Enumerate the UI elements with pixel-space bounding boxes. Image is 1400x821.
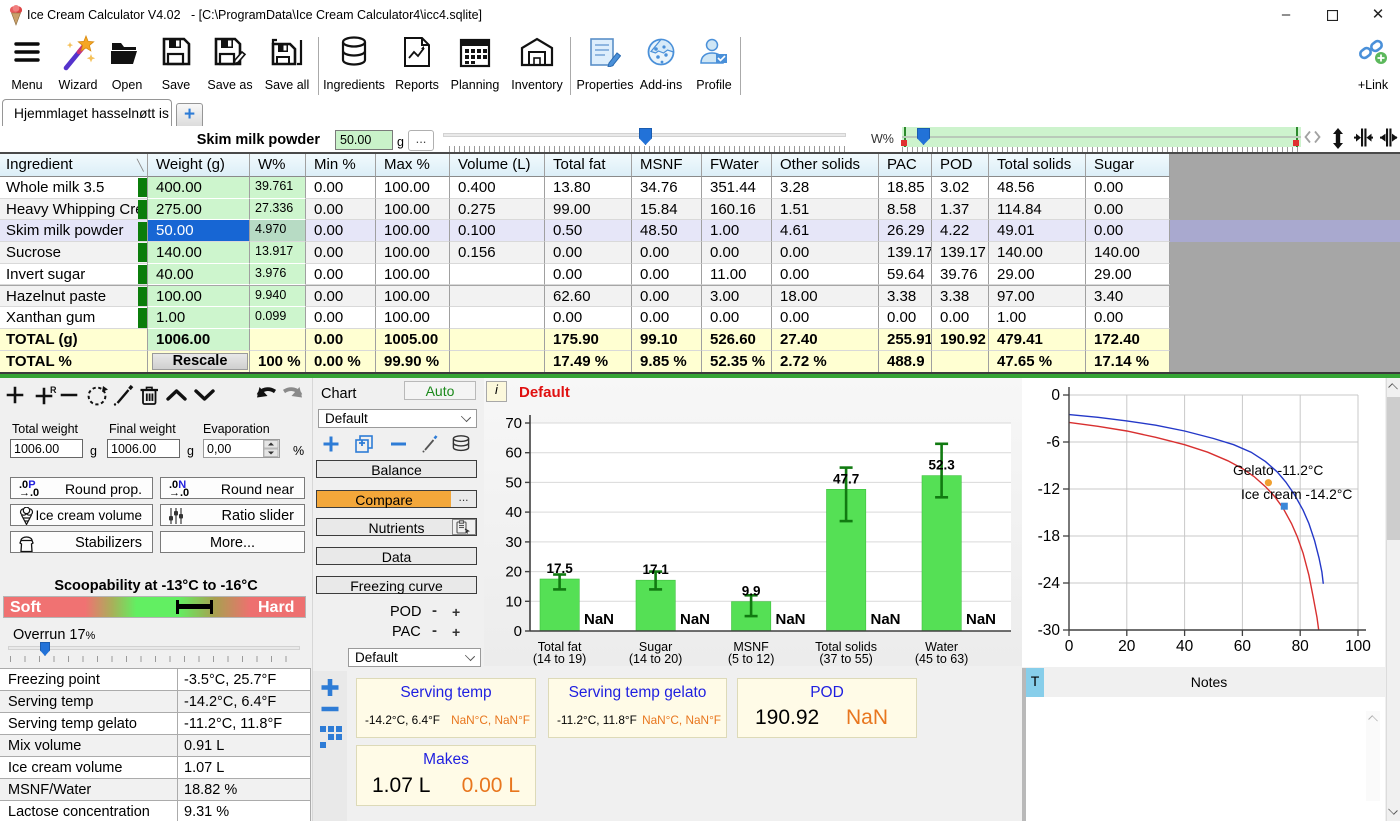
svg-text:(45 to 63): (45 to 63) xyxy=(915,652,969,666)
svg-text:52.3: 52.3 xyxy=(928,458,955,473)
svg-text:10: 10 xyxy=(505,593,522,610)
svg-text:(5 to 12): (5 to 12) xyxy=(728,652,775,666)
svg-text:NaN: NaN xyxy=(775,611,805,628)
svg-text:-6: -6 xyxy=(1046,434,1060,451)
svg-text:NaN: NaN xyxy=(584,611,614,628)
svg-text:0: 0 xyxy=(1065,638,1074,655)
svg-text:-18: -18 xyxy=(1038,528,1060,545)
svg-text:70: 70 xyxy=(505,415,522,432)
svg-text:(14 to 20): (14 to 20) xyxy=(629,652,683,666)
svg-text:100: 100 xyxy=(1345,638,1371,655)
svg-text:NaN: NaN xyxy=(966,611,996,628)
svg-text:47.7: 47.7 xyxy=(833,471,859,486)
svg-text:0: 0 xyxy=(514,623,522,640)
svg-text:40: 40 xyxy=(1176,638,1194,655)
svg-text:-12: -12 xyxy=(1038,481,1060,498)
svg-text:(37 to 55): (37 to 55) xyxy=(819,652,873,666)
svg-text:80: 80 xyxy=(1292,638,1310,655)
svg-text:60: 60 xyxy=(505,445,522,462)
svg-text:R: R xyxy=(50,385,57,395)
svg-text:20: 20 xyxy=(505,564,522,581)
svg-text:Ice cream -14.2°C: Ice cream -14.2°C xyxy=(1241,487,1352,502)
svg-text:17.1: 17.1 xyxy=(642,562,669,577)
svg-text:20: 20 xyxy=(1118,638,1136,655)
svg-text:(14 to 19): (14 to 19) xyxy=(533,652,587,666)
svg-text:-30: -30 xyxy=(1038,622,1061,639)
svg-text:NaN: NaN xyxy=(680,611,710,628)
svg-text:NaN: NaN xyxy=(870,611,900,628)
svg-text:50: 50 xyxy=(505,474,522,491)
svg-text:30: 30 xyxy=(505,534,522,551)
svg-text:17.5: 17.5 xyxy=(546,561,573,576)
svg-text:9.9: 9.9 xyxy=(742,584,761,599)
svg-text:0: 0 xyxy=(1051,387,1060,404)
svg-text:Gelato -11.2°C: Gelato -11.2°C xyxy=(1233,463,1323,478)
svg-text:40: 40 xyxy=(505,504,522,521)
svg-text:60: 60 xyxy=(1234,638,1252,655)
svg-text:-24: -24 xyxy=(1038,575,1061,592)
